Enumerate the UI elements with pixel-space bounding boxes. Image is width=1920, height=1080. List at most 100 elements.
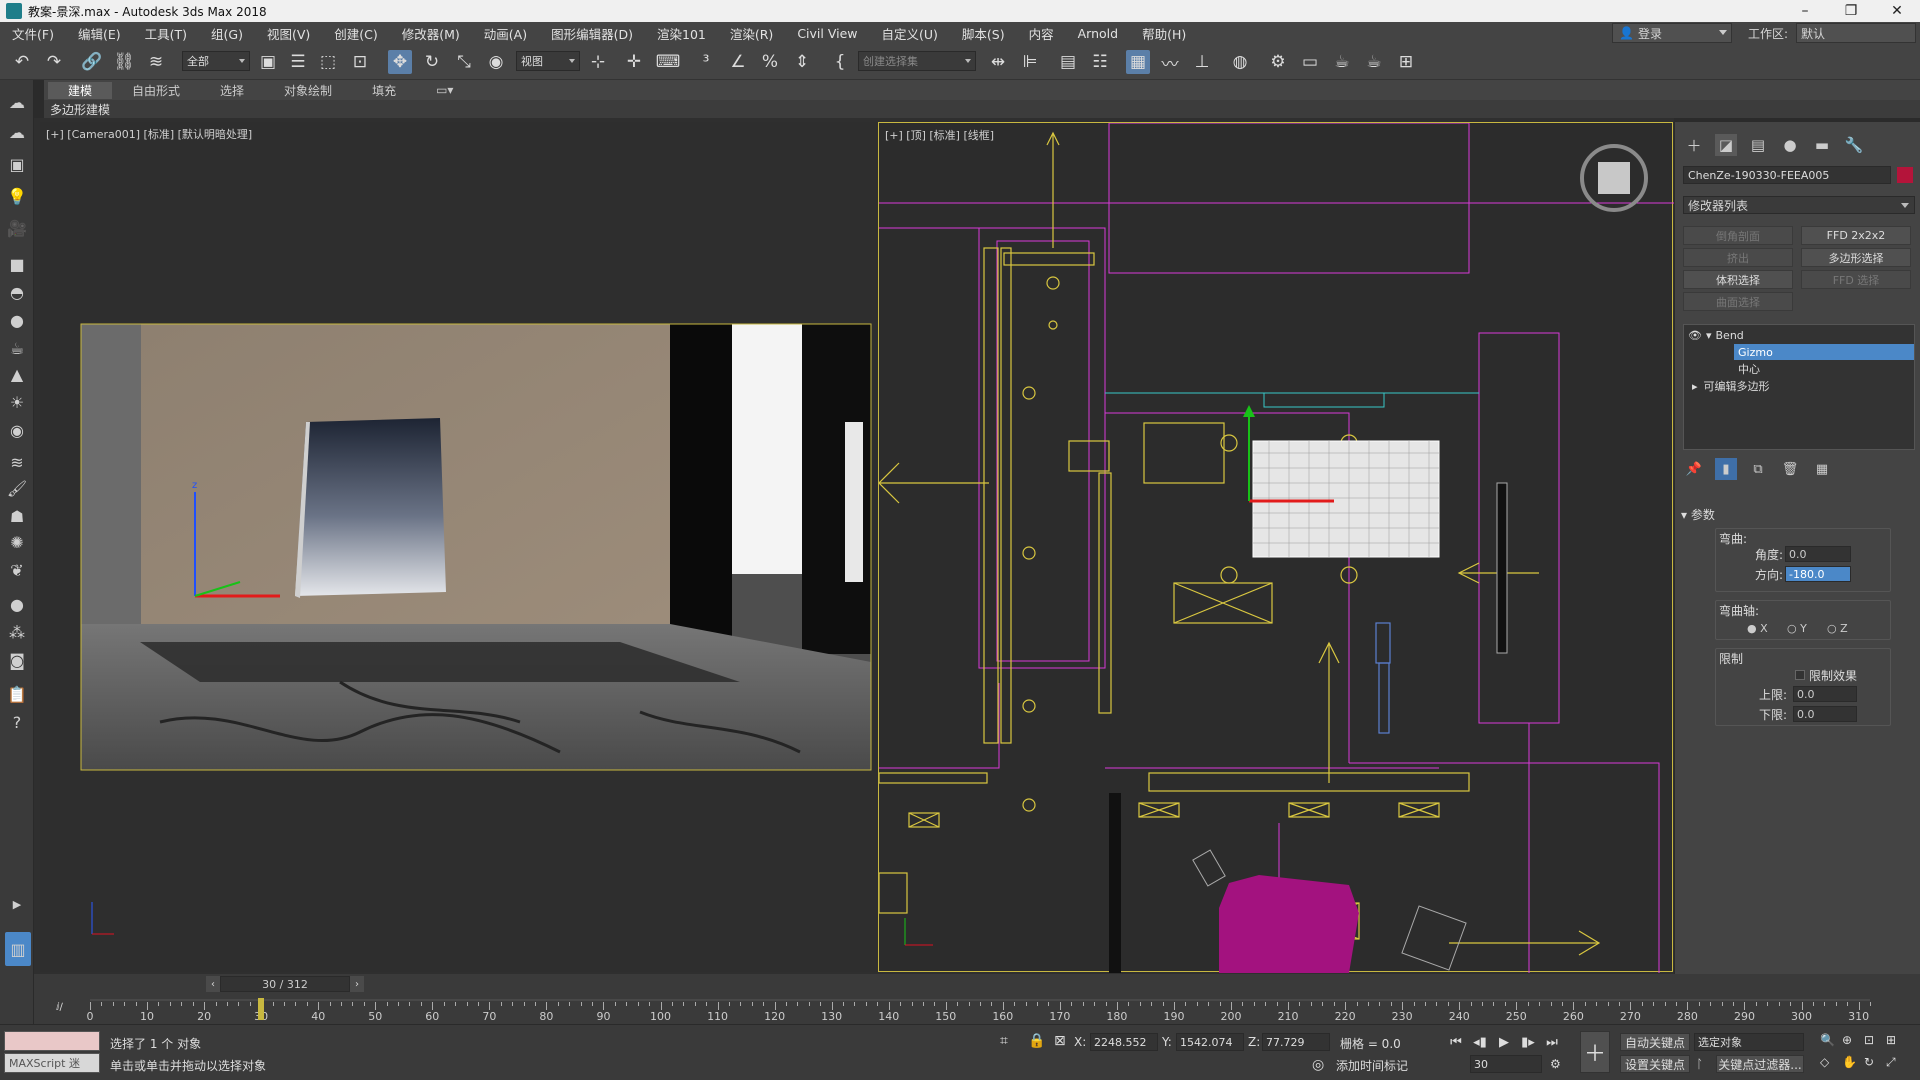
layer-explorer-icon[interactable]: ▤: [1056, 50, 1080, 74]
object-explorer-icon[interactable]: ☁: [5, 120, 29, 144]
set-key-plus-icon[interactable]: ＋: [1580, 1031, 1610, 1073]
stack-item-bend[interactable]: 👁 ▾ Bend: [1688, 327, 1914, 343]
scale-icon[interactable]: ⤡: [452, 50, 476, 74]
create-tab-icon[interactable]: ＋: [1683, 134, 1705, 156]
render-grid-icon[interactable]: ⊞: [1394, 50, 1418, 74]
remove-modifier-icon[interactable]: 🗑: [1779, 458, 1801, 480]
display-icon[interactable]: ▣: [5, 152, 29, 176]
key-mode-icon[interactable]: ᛚ: [1696, 1057, 1703, 1071]
lock-selection-icon[interactable]: 🔒: [1028, 1033, 1045, 1049]
key-target-dropdown[interactable]: 选定对象: [1694, 1033, 1804, 1051]
chrome-sphere-icon[interactable]: ●: [5, 592, 29, 616]
minimize-icon[interactable]: –: [1782, 0, 1828, 22]
object-name-field[interactable]: ChenZe-190330-FEEA005: [1683, 166, 1891, 184]
menu-graph-editors[interactable]: 图形编辑器(D): [539, 24, 645, 43]
top-viewport[interactable]: [+] [顶] [标准] [线框]: [878, 122, 1674, 973]
maxscript-listener[interactable]: [4, 1031, 100, 1051]
render-frame-icon[interactable]: ▭: [1298, 50, 1322, 74]
key-filters-button[interactable]: 关键点过滤器...: [1716, 1055, 1804, 1073]
edit-named-selection-icon[interactable]: {: [828, 50, 852, 74]
maxscript-mini-listener[interactable]: MAXScript 迷: [4, 1053, 100, 1073]
configure-sets-icon[interactable]: ▦: [1811, 458, 1833, 480]
viewport-layout-icon[interactable]: ▥: [5, 932, 31, 966]
axis-y-radio[interactable]: ○ Y: [1787, 622, 1807, 635]
time-slider[interactable]: 30 / 312: [220, 976, 350, 992]
pin-stack-icon[interactable]: 📌: [1683, 458, 1705, 480]
expand-down-icon[interactable]: ▾: [1706, 329, 1712, 342]
tab-modeling[interactable]: 建模: [48, 81, 113, 99]
stack-item-editable-poly[interactable]: ▸ 可编辑多边形: [1692, 378, 1770, 394]
play-icon[interactable]: ▶: [1494, 1033, 1514, 1051]
tab-populate[interactable]: 填充: [352, 82, 416, 99]
tab-object-paint[interactable]: 对象绘制: [264, 82, 352, 99]
script-icon[interactable]: 📋: [5, 682, 29, 706]
prev-key-icon[interactable]: ◂▮: [1470, 1033, 1490, 1051]
particles-icon[interactable]: ✺: [5, 530, 29, 554]
go-to-end-icon[interactable]: ⏭: [1542, 1033, 1562, 1051]
material-editor-icon[interactable]: ◍: [1228, 50, 1252, 74]
extrude-button[interactable]: 挤出: [1683, 248, 1793, 267]
spinner-snap-icon[interactable]: ⇕: [790, 50, 814, 74]
restore-icon[interactable]: ❐: [1828, 0, 1874, 22]
polygon-modeling-label[interactable]: 多边形建模: [50, 101, 110, 118]
time-config-icon[interactable]: ⚙: [1550, 1057, 1561, 1071]
go-to-start-icon[interactable]: ⏮: [1446, 1033, 1466, 1051]
menu-edit[interactable]: 编辑(E): [66, 24, 133, 43]
menu-group[interactable]: 组(G): [199, 24, 255, 43]
ffd-2x2x2-button[interactable]: FFD 2x2x2: [1801, 226, 1911, 245]
make-unique-icon[interactable]: ⧉: [1747, 458, 1769, 480]
render-production-icon[interactable]: ☕: [1330, 50, 1354, 74]
menu-content[interactable]: 内容: [1017, 24, 1066, 43]
select-manipulate-icon[interactable]: ✛: [622, 50, 646, 74]
track-bar[interactable]: 0102030405060708090100110120130140150160…: [87, 996, 1871, 1026]
zoom-extents-icon[interactable]: ⊡: [1864, 1033, 1874, 1047]
menu-create[interactable]: 创建(C): [322, 24, 389, 43]
menu-modifiers[interactable]: 修改器(M): [390, 24, 472, 43]
limit-effect-checkbox[interactable]: [1795, 670, 1805, 680]
zoom-icon[interactable]: 🔍: [1820, 1033, 1835, 1047]
schematic-view-icon[interactable]: ⊥: [1190, 50, 1214, 74]
y-coordinate-field[interactable]: 1542.074: [1176, 1033, 1244, 1051]
maximize-viewport-icon[interactable]: ⤢: [1886, 1055, 1896, 1070]
next-frame-arrow-icon[interactable]: ›: [350, 976, 364, 992]
eye-icon[interactable]: 👁: [1688, 329, 1702, 342]
move-icon[interactable]: ✥: [388, 50, 412, 74]
current-frame-marker[interactable]: [258, 998, 265, 1020]
axis-z-radio[interactable]: ○ Z: [1827, 622, 1848, 635]
menu-views[interactable]: 视图(V): [255, 24, 322, 43]
bevel-profile-button[interactable]: 倒角剖面: [1683, 226, 1793, 245]
menu-help[interactable]: 帮助(H): [1130, 24, 1198, 43]
stack-item-gizmo[interactable]: Gizmo: [1734, 344, 1914, 360]
parameters-rollout-header[interactable]: ▾ 参数: [1681, 506, 1715, 523]
prev-frame-arrow-icon[interactable]: ‹: [206, 976, 220, 992]
percent-snap-icon[interactable]: %: [758, 50, 782, 74]
fov-icon[interactable]: ◇: [1820, 1055, 1829, 1069]
viewcube[interactable]: [1580, 144, 1648, 212]
menu-civil-view[interactable]: Civil View: [785, 26, 869, 41]
camera-viewport[interactable]: [+] [Camera001] [标准] [默认明暗处理] z: [40, 122, 878, 972]
pan-icon[interactable]: ✋: [1842, 1055, 1857, 1069]
menu-scripting[interactable]: 脚本(S): [950, 24, 1017, 43]
upper-limit-spinner[interactable]: 0.0: [1793, 686, 1857, 702]
current-frame-field[interactable]: 30: [1470, 1055, 1542, 1073]
utilities-tab-icon[interactable]: 🔧: [1843, 134, 1865, 156]
curve-editor-icon[interactable]: 〰: [1158, 50, 1182, 75]
rect-selection-icon[interactable]: ⬚: [316, 50, 340, 74]
object-color-swatch[interactable]: [1897, 167, 1913, 183]
help-icon[interactable]: ?: [5, 710, 29, 734]
x-coordinate-field[interactable]: 2248.552: [1090, 1033, 1158, 1051]
time-tag-icon[interactable]: ◎: [1312, 1057, 1324, 1073]
keyboard-shortcut-icon[interactable]: ⌨: [656, 50, 681, 74]
hemisphere-icon[interactable]: ◓: [5, 280, 29, 304]
zoom-all-icon[interactable]: ⊕: [1842, 1033, 1852, 1047]
rotate-icon[interactable]: ↻: [420, 50, 444, 74]
light-icon[interactable]: 💡: [5, 184, 29, 208]
ribbon-toggle-icon[interactable]: ▦: [1126, 50, 1150, 74]
link-icon[interactable]: 🔗: [80, 50, 104, 74]
reference-coord-dropdown[interactable]: 视图: [516, 51, 580, 71]
named-selection-dropdown[interactable]: 创建选择集: [858, 51, 976, 71]
window-crossing-icon[interactable]: ⊡: [348, 50, 372, 74]
place-icon[interactable]: ◉: [484, 50, 508, 74]
unlink-icon[interactable]: ⛓: [112, 50, 136, 74]
modify-tab-icon[interactable]: ◪: [1715, 134, 1737, 156]
